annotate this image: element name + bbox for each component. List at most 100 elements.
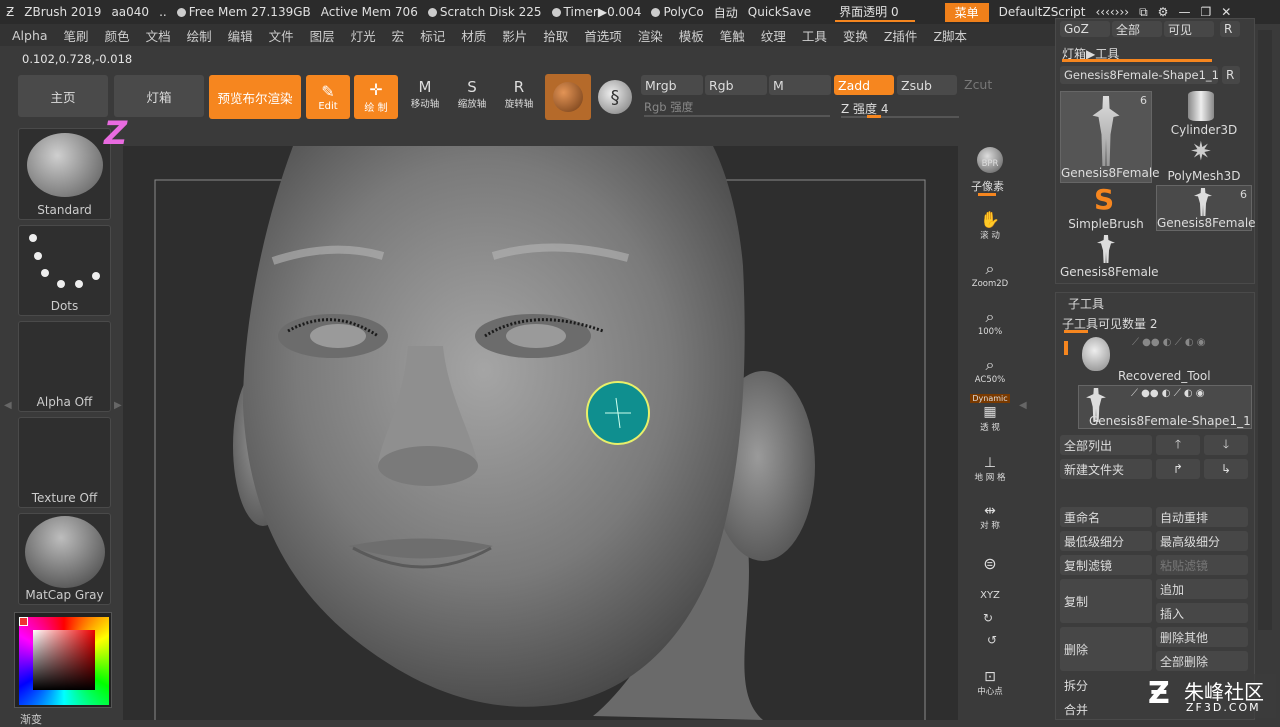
auto-save-label[interactable]: 自动 [714, 4, 738, 21]
menu-layer[interactable]: 图层 [310, 26, 335, 45]
home-button[interactable]: 主页 [18, 75, 108, 117]
stroke-slot[interactable]: Dots [18, 225, 111, 316]
rotate-z-icon[interactable]: ↺ [987, 633, 997, 647]
symmetry-button[interactable]: ⇹ 对 称 [967, 498, 1013, 534]
copy-filter-button[interactable]: 复制滤镜 [1060, 555, 1152, 575]
menu-render[interactable]: 渲染 [638, 26, 663, 45]
z-intensity-slider[interactable]: Z 强度 4 [841, 100, 959, 118]
zoom2d-button[interactable]: ⌕ Zoom2D [967, 252, 1013, 292]
menu-brush[interactable]: 笔刷 [64, 26, 89, 45]
alpha-slot[interactable]: Alpha Off [18, 321, 111, 412]
scale-button[interactable]: S 缩放轴 [451, 78, 493, 116]
color-picker[interactable] [14, 612, 112, 708]
right-tray-arrow-icon[interactable]: ◀ [1019, 400, 1027, 411]
menu-file[interactable]: 文件 [269, 26, 294, 45]
menu-document[interactable]: 文档 [146, 26, 171, 45]
paste-filter-button[interactable]: 粘贴滤镜 [1156, 555, 1248, 575]
delete-all-button[interactable]: 全部删除 [1156, 651, 1248, 671]
move-button[interactable]: M 移动轴 [404, 78, 446, 116]
move-down-icon[interactable]: 🡓 [1204, 435, 1248, 455]
tool-thumb-cylinder[interactable]: Cylinder3D [1156, 91, 1252, 137]
current-tool-r-button[interactable]: R [1222, 66, 1240, 84]
new-folder-button[interactable]: 新建文件夹 [1060, 459, 1152, 479]
material-slot[interactable]: MatCap Gray [18, 513, 111, 605]
menu-transform[interactable]: 变换 [843, 26, 868, 45]
quicksave-button[interactable]: QuickSave [748, 5, 811, 19]
current-tool-button[interactable]: Genesis8Female-Shape1_1. [1060, 66, 1218, 84]
list-all-button[interactable]: 全部列出 [1060, 435, 1152, 455]
layout-icon[interactable]: ‹‹‹‹››› [1096, 5, 1130, 19]
goz-all-button[interactable]: 全部 [1112, 21, 1162, 37]
menu-color[interactable]: 颜色 [105, 26, 130, 45]
subtool-row-recovered[interactable]: ⟋ ●● ◐ ⟋ ◐ ◉ Recovered_Tool [1076, 335, 1252, 383]
rename-button[interactable]: 重命名 [1060, 507, 1152, 527]
right-scrollbar[interactable] [1258, 30, 1272, 630]
menu-zplugin[interactable]: Z插件 [884, 26, 918, 45]
menu-stroke[interactable]: 笔触 [720, 26, 745, 45]
menu-picker[interactable]: 拾取 [543, 26, 568, 45]
restore-icon[interactable]: ❐ [1200, 5, 1211, 19]
tool-thumb-genesis-3[interactable]: Genesis8Female [1060, 233, 1159, 279]
edit-button[interactable]: ✎ Edit [306, 75, 350, 119]
subtool-controls-icon[interactable]: ⟋ ●● ◐ ⟋ ◐ ◉ [1132, 337, 1206, 348]
rgb-intensity-slider[interactable]: Rgb 强度 [644, 99, 830, 117]
center-point-button[interactable]: ⊡ 中心点 [967, 660, 1013, 700]
left-tray-arrow-icon[interactable]: ▶ [114, 400, 122, 411]
menu-stencil[interactable]: 模板 [679, 26, 704, 45]
brush-slot[interactable]: Standard [18, 128, 111, 220]
lock-camera-button[interactable]: ⊜ [967, 542, 1013, 576]
menu-button[interactable]: 菜单 [944, 2, 989, 22]
delete-other-button[interactable]: 删除其他 [1156, 627, 1248, 647]
bpr-render-button[interactable]: BPR [967, 130, 1013, 173]
menu-macro[interactable]: 宏 [392, 26, 405, 45]
delete-button[interactable]: 删除 [1060, 627, 1152, 671]
auto-reorder-button[interactable]: 自动重排 [1156, 507, 1248, 527]
zsub-button[interactable]: Zsub [897, 75, 957, 95]
menu-zscript[interactable]: Z脚本 [933, 26, 967, 45]
tool-thumb-polymesh[interactable]: ✷ PolyMesh3D [1156, 137, 1252, 183]
tool-thumb-genesis-1[interactable]: 6 Genesis8Female [1060, 91, 1160, 183]
draw-button[interactable]: ✛ 绘 制 [354, 75, 398, 119]
scroll-button[interactable]: ✋ 滚 动 [967, 204, 1013, 244]
subtool-controls-icon[interactable]: ⟋ ●● ◐ ⟋ ◐ ◉ [1131, 388, 1205, 399]
xyz-button[interactable]: XYZ [967, 585, 1013, 605]
zcut-button[interactable]: Zcut [964, 77, 992, 92]
menu-texture[interactable]: 纹理 [761, 26, 786, 45]
split-section[interactable]: 拆分 [1064, 677, 1088, 694]
duplicate-button[interactable]: 复制 [1060, 579, 1152, 623]
minimize-icon[interactable]: — [1178, 5, 1190, 19]
insert-button[interactable]: 插入 [1156, 603, 1248, 623]
menu-draw[interactable]: 绘制 [187, 26, 212, 45]
actual-size-button[interactable]: ⌕ 100% [967, 300, 1013, 340]
subtool-title[interactable]: 子工具 [1068, 295, 1104, 312]
sculptris-icon[interactable]: § [598, 80, 632, 114]
arrow-redirect-icon[interactable]: ↱ [1156, 459, 1200, 479]
tool-thumb-simplebrush[interactable]: S SimpleBrush [1060, 183, 1152, 231]
mrgb-button[interactable]: Mrgb [641, 75, 703, 95]
bpr-preview-button[interactable]: 预览布尔渲染 [209, 75, 301, 119]
main-color-swatch[interactable] [19, 617, 28, 626]
menu-edit[interactable]: 编辑 [228, 26, 253, 45]
more-tool-button[interactable] [967, 706, 1013, 720]
menu-tool[interactable]: 工具 [802, 26, 827, 45]
tool-thumb-genesis-2[interactable]: 6 Genesis8Female [1156, 185, 1256, 231]
highest-subdiv-button[interactable]: 最高级细分 [1156, 531, 1248, 551]
viewport-canvas[interactable] [123, 146, 958, 720]
transparency-slider[interactable]: 界面透明 0 [835, 3, 915, 22]
ac50-button[interactable]: ⌕ AC50% [967, 348, 1013, 388]
lightbox-button[interactable]: 灯箱 [114, 75, 204, 117]
material-swatch-button[interactable] [545, 74, 591, 120]
floor-button[interactable]: ⊥ 地 网 格 [967, 450, 1013, 486]
saturation-square[interactable] [33, 630, 95, 690]
left-collapse-icon[interactable]: ◀ [4, 400, 12, 411]
zadd-button[interactable]: Zadd [834, 75, 894, 95]
menu-light[interactable]: 灯光 [351, 26, 376, 45]
settings-icon[interactable]: ⚙ [1158, 5, 1169, 19]
m-button[interactable]: M [769, 75, 831, 95]
menu-preferences[interactable]: 首选项 [584, 26, 622, 45]
rgb-button[interactable]: Rgb [705, 75, 767, 95]
merge-section[interactable]: 合并 [1064, 701, 1088, 718]
perspective-button[interactable]: Dynamic ▦ 透 视 [967, 392, 1013, 436]
menu-material[interactable]: 材质 [461, 26, 486, 45]
rotate-button[interactable]: R 旋转轴 [498, 78, 540, 116]
